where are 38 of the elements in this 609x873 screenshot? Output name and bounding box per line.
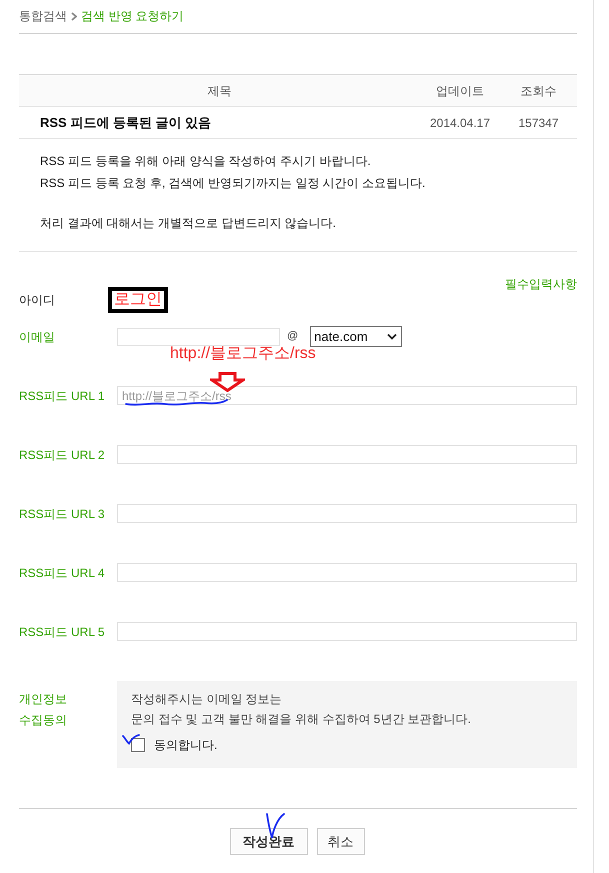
cancel-button[interactable]: 취소 [316, 828, 364, 855]
field-label: RSS피드 URL 1 [19, 388, 106, 404]
field-label: RSS피드 URL 5 [19, 624, 106, 640]
table-cell-text: 2014.04.17 [428, 114, 492, 132]
domain-select[interactable]: nate.com [310, 326, 402, 347]
url-input[interactable] [117, 504, 577, 523]
annotation-text: http://블로그주소/rss [170, 345, 316, 363]
breadcrumb-link[interactable]: 통합검색 [19, 9, 67, 23]
post-title[interactable]: RSS 피드에 등록된 글이 있음 [19, 112, 420, 132]
column-header: 제목 [206, 82, 232, 100]
submit-button[interactable]: 작성완료 [230, 828, 308, 855]
required-note: 필수입력사항 [505, 277, 577, 291]
url-input[interactable] [117, 622, 577, 641]
agree-checkbox[interactable] [131, 738, 145, 752]
consent-label: 개인정보 수집동의 [19, 691, 68, 729]
notice-text: RSS 피드 등록을 위해 아래 양식을 작성하여 주시기 바랍니다. [40, 153, 372, 170]
column-header: 업데이트 [435, 82, 485, 100]
email-input[interactable] [117, 328, 280, 346]
notice-text: RSS 피드 등록 요청 후, 검색에 반영되기까지는 일정 시간이 소요됩니다. [40, 175, 426, 192]
column-header: 조회수 [520, 82, 558, 100]
consent-text: 문의 접수 및 고객 불만 해결을 위해 수집하여 5년간 보관합니다. [131, 711, 472, 728]
table-cell-text: 157347 [517, 114, 560, 132]
login-link[interactable]: 로그인 [108, 287, 168, 313]
url-input[interactable] [117, 445, 577, 464]
down-arrow-icon [210, 372, 245, 392]
chevron-right-icon [71, 12, 77, 20]
url-input[interactable] [117, 563, 577, 582]
agree-label: 동의합니다. [154, 737, 218, 754]
field-label: 아이디 [19, 292, 56, 309]
field-label: 이메일 [19, 328, 56, 346]
chevron-down-icon [387, 333, 398, 340]
field-label: RSS피드 URL 3 [19, 506, 106, 522]
field-label: RSS피드 URL 4 [19, 564, 106, 582]
consent-text: 작성해주시는 이메일 정보는 [131, 691, 283, 708]
at-sign: @ [287, 329, 298, 344]
field-label: RSS피드 URL 2 [19, 446, 106, 464]
notice-text: 처리 결과에 대해서는 개별적으로 답변드리지 않습니다. [40, 215, 338, 232]
url-input[interactable]: http://블로그주소/rss [117, 386, 577, 405]
